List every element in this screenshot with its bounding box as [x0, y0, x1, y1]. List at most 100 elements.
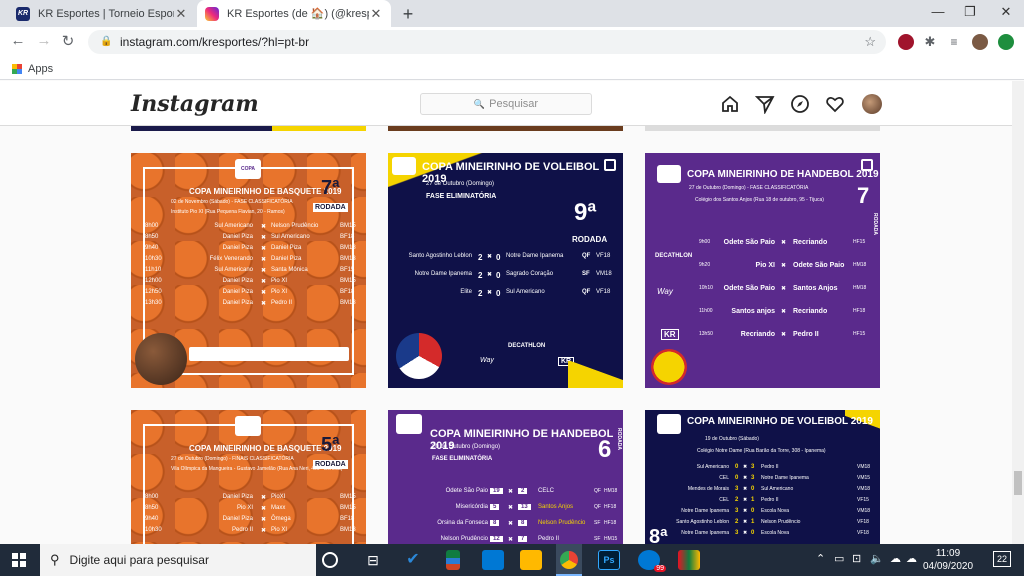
home-score: 2 [735, 497, 739, 503]
chart-app-icon[interactable] [446, 550, 460, 570]
tab-title: KR Esportes | Torneio Esportivo E [38, 7, 174, 20]
game-row: Orsina da Fonseca 8 ✖ 8 Nelson Prudêncio SF HF… [388, 520, 623, 536]
game-time: 13h50 [699, 331, 713, 337]
round-number: 8ª [649, 526, 668, 544]
poster-date: 27 de Outubro (Domingo) - FASE CLASSIFIC… [689, 185, 809, 191]
vs-icon: ✖ [743, 475, 748, 481]
scrollbar-thumb[interactable] [1014, 471, 1022, 495]
game-home: CEL [719, 475, 729, 481]
game-row: Notre Dame Ipanema 2 ✖ 0 Sagrado Coração SF VM… [388, 271, 623, 289]
notification-center-icon[interactable]: 22 [993, 551, 1011, 567]
post-voleibol-9-rodada[interactable]: COPA MINEIRINHO DE VOLEIBOL 2019 27 de O… [388, 153, 623, 388]
bookmark-star-icon[interactable]: ☆ [864, 34, 876, 50]
game-category: HF18 [604, 504, 617, 510]
maximize-button[interactable]: ❐ [960, 4, 980, 20]
game-category: HM18 [853, 262, 867, 268]
lock-icon: 🔒 [100, 36, 113, 47]
post-basquete-5-rodada[interactable]: COPA MINEIRINHO DE BASQUETE 2019 5ª RODA… [131, 410, 366, 544]
cortana-icon[interactable] [322, 552, 338, 568]
extension-icon[interactable] [898, 34, 914, 50]
games-list: Santo Agostinho Leblon 2 ✖ 0 Notre Dame Ipan… [388, 253, 623, 307]
back-icon[interactable]: ← [8, 32, 28, 49]
explore-icon[interactable] [790, 94, 810, 114]
post-voleibol-8-rodada[interactable]: COPA MINEIRINHO DE VOLEIBOL 2019 19 de O… [645, 410, 880, 544]
outlook-icon[interactable]: 99 [638, 550, 666, 572]
windows-start-icon[interactable] [12, 553, 26, 567]
game-home: Odete São Paio [723, 285, 775, 292]
minimize-button[interactable]: — [928, 4, 948, 19]
network-icon[interactable]: ⊡ [852, 552, 861, 565]
tray-expand-icon[interactable]: ⌃ [816, 552, 825, 565]
game-home: Odete São Paio [445, 488, 488, 494]
forward-icon[interactable]: → [34, 32, 54, 49]
away-score: 3 [751, 475, 755, 481]
vs-icon: ✖ [261, 235, 267, 241]
photoshop-icon[interactable]: Ps [598, 550, 620, 570]
poster-venue: Vila Olímpica da Mangueira - Gustavo Jam… [171, 466, 343, 472]
game-stage: SF [582, 271, 590, 277]
close-tab-icon[interactable]: ✕ [369, 6, 383, 22]
game-category: VM18 [596, 271, 612, 277]
away-score: 0 [751, 486, 755, 492]
game-home: Pio XI [755, 262, 775, 269]
game-away: Sul Americano [506, 289, 545, 295]
vs-icon: ✖ [261, 517, 267, 523]
onedrive-icon[interactable]: ☁ [890, 552, 901, 565]
vs-icon: ✖ [743, 464, 748, 470]
page-scrollbar[interactable] [1012, 81, 1024, 544]
apps-icon[interactable] [12, 63, 22, 74]
post-handebol-6-rodada[interactable]: COPA MINEIRINHO DE HANDEBOL 2019 20 de O… [388, 410, 623, 544]
profile-avatar[interactable] [972, 34, 988, 50]
close-window-button[interactable]: ✕ [996, 4, 1016, 20]
direct-icon[interactable] [755, 94, 775, 114]
game-home: Santo Agostinho Leblon [676, 519, 729, 525]
task-view-icon[interactable]: ⊟ [362, 550, 384, 570]
post-thumbnail[interactable] [388, 126, 623, 131]
office-app-icon[interactable] [678, 550, 700, 570]
taskbar-clock[interactable]: 11:09 04/09/2020 [918, 547, 978, 573]
home-score: 19 [490, 488, 503, 494]
game-home: Sul Americano [214, 223, 253, 229]
new-tab-button[interactable]: + [398, 4, 418, 25]
chrome-taskbar-button[interactable] [556, 544, 582, 576]
battery-icon[interactable]: ▭ [834, 552, 844, 565]
address-bar[interactable]: 🔒 instagram.com/kresportes/?hl=pt-br ☆ [88, 30, 886, 54]
taskbar-search-box[interactable]: ⚲ Digite aqui para pesquisar [40, 544, 316, 576]
post-thumbnail[interactable] [645, 126, 880, 131]
reload-icon[interactable]: ↻ [58, 32, 78, 50]
puzzle-icon[interactable]: ✱ [922, 34, 938, 50]
vs-icon: ✖ [487, 272, 493, 278]
onedrive-sync-icon[interactable]: ☁ [906, 552, 917, 565]
tab-kr-esportes-site[interactable]: KR KR Esportes | Torneio Esportivo E ✕ [8, 0, 196, 27]
search-input[interactable]: 🔍 Pesquisar [420, 93, 592, 115]
update-icon[interactable] [998, 34, 1014, 50]
profile-avatar[interactable] [862, 94, 882, 114]
mail-icon[interactable] [482, 550, 504, 570]
copa-logo [235, 416, 261, 436]
close-tab-icon[interactable]: ✕ [174, 6, 188, 22]
file-explorer-icon[interactable] [520, 550, 542, 570]
post-handebol-7-rodada[interactable]: COPA MINEIRINHO DE HANDEBOL 2019 27 de O… [645, 153, 880, 388]
game-home: Daniel Piza [222, 516, 253, 522]
activity-icon[interactable] [825, 94, 845, 114]
media-icon[interactable]: ≡ [946, 34, 962, 50]
apps-bookmark[interactable]: Apps [28, 63, 53, 75]
game-category: HF15 [853, 239, 866, 245]
game-home: Recriando [740, 331, 775, 338]
todo-icon[interactable]: ✔ [402, 550, 424, 570]
instagram-logo[interactable]: Instagram [131, 91, 259, 117]
volume-icon[interactable]: 🔈 [870, 552, 884, 565]
game-category: HM15 [604, 536, 618, 542]
post-thumbnail[interactable] [131, 126, 366, 131]
game-home: Daniel Piza [222, 245, 253, 251]
game-home: Santo Agostinho Leblon [408, 253, 472, 259]
round-number: 9ª [574, 199, 597, 226]
game-away: Escola Nova [761, 508, 790, 514]
instagram-header: Instagram 🔍 Pesquisar [0, 81, 1012, 126]
post-basquete-7-rodada[interactable]: COPA COPA MINEIRINHO DE BASQUETE 2019 7ª… [131, 153, 366, 388]
tab-instagram[interactable]: KR Esportes (de 🏠) (@kresporte ✕ [197, 0, 391, 27]
game-away: Pedro II [271, 300, 293, 306]
games-list: Sul Americano 0 ✖ 3 Pedro II VM18 CEL 0 ✖ 3 Notre… [645, 464, 880, 541]
game-row: Santo Agostinho Leblon 2 ✖ 0 Notre Dame Ipan… [388, 253, 623, 271]
home-icon[interactable] [720, 94, 740, 114]
